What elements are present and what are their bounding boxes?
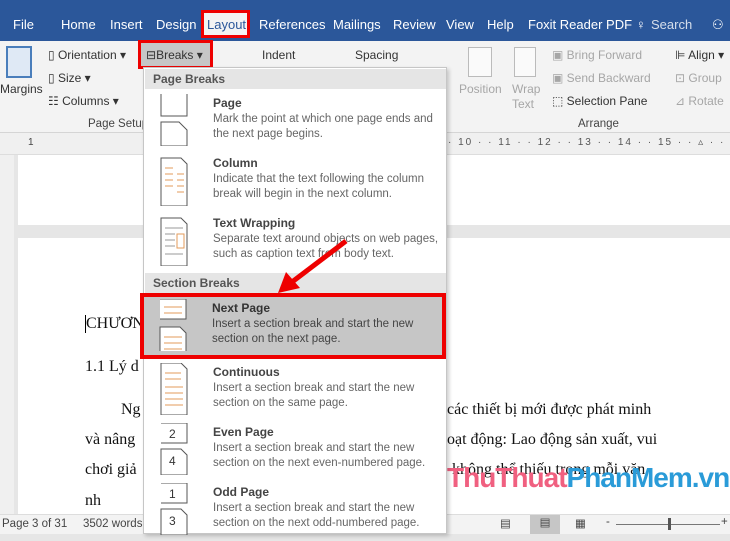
doc-text: chơi giả — [85, 461, 137, 478]
send-backward-button[interactable]: ▣ Send Backward — [552, 71, 651, 85]
next-page-icon — [159, 299, 187, 351]
tab-layout[interactable]: Layout — [207, 17, 246, 32]
tab-references[interactable]: References — [259, 17, 325, 32]
columns-button[interactable]: ☷ Columns ▾ — [48, 94, 119, 108]
group-button[interactable]: ⊡ Group — [675, 71, 722, 85]
svg-text:4: 4 — [169, 454, 176, 468]
tell-me-search[interactable]: Search — [651, 17, 692, 32]
menu-item-odd-page[interactable]: 13 Odd Page Insert a section break and st… — [145, 481, 446, 541]
odd-page-icon: 13 — [160, 483, 188, 535]
size-label: Size — [57, 71, 82, 85]
doc-text: nh — [85, 492, 101, 509]
svg-text:2: 2 — [169, 427, 176, 441]
column-break-icon — [160, 157, 188, 206]
chapter-heading: CHƯƠN — [85, 315, 144, 333]
doc-text: các thiết bị mới được phát minh — [447, 401, 652, 418]
wrap-text-icon — [514, 47, 536, 77]
breaks-label: ⊟Breaks ▾ — [146, 48, 203, 62]
doc-text: và nâng — [85, 431, 136, 448]
menu-item-text-wrapping[interactable]: Text Wrapping Separate text around object… — [145, 212, 446, 272]
bring-forward-button[interactable]: ▣ Bring Forward — [552, 48, 642, 62]
page-break-icon — [160, 94, 188, 146]
section-heading: 1.1 Lý d — [85, 358, 139, 375]
tab-mailings[interactable]: Mailings — [333, 17, 381, 32]
orientation-button[interactable]: ▯ Orientation ▾ — [48, 48, 126, 62]
size-button[interactable]: ▯ Size ▾ — [48, 71, 91, 85]
indent-label: Indent — [262, 48, 296, 62]
position-icon — [468, 47, 492, 77]
menu-item-continuous[interactable]: Continuous Insert a section break and sta… — [145, 361, 446, 421]
breaks-dropdown-menu: Page Breaks Page Mark the point at which … — [140, 67, 447, 535]
doc-text: oạt động: Lao động sản xuất, vui — [447, 431, 658, 448]
print-layout-icon[interactable]: ▤ — [530, 515, 560, 534]
web-layout-icon[interactable]: ▦ — [575, 516, 586, 530]
menu-item-column[interactable]: Column Indicate that the text following t… — [145, 152, 446, 212]
svg-text:3: 3 — [169, 514, 176, 528]
tab-design[interactable]: Design — [156, 17, 196, 32]
wrap-text-button-2[interactable]: Text — [512, 97, 534, 111]
page-breaks-header: Page Breaks — [145, 69, 446, 89]
ruler-tick: 1 — [28, 137, 34, 148]
rotate-button[interactable]: ⊿ Rotate — [675, 94, 724, 108]
continuous-icon — [160, 363, 188, 415]
zoom-in-button[interactable]: + — [721, 516, 728, 528]
arrange-group-label: Arrange — [578, 118, 619, 130]
wrap-text-button[interactable]: Wrap — [512, 82, 540, 96]
section-breaks-header: Section Breaks — [145, 273, 446, 293]
align-button[interactable]: ⊫ Align ▾ — [675, 48, 724, 62]
page-setup-group-label: Page Setup — [88, 118, 149, 130]
vertical-ruler[interactable] — [0, 155, 14, 515]
tab-file[interactable]: File — [13, 17, 34, 32]
lightbulb-icon: ♀ — [636, 17, 646, 32]
word-count[interactable]: 3502 words — [83, 518, 142, 530]
doc-text: Ng — [121, 401, 141, 418]
zoom-out-button[interactable]: - — [606, 516, 610, 528]
read-mode-icon[interactable]: ▤ — [500, 516, 511, 530]
text-wrapping-icon — [160, 217, 188, 266]
even-page-icon: 24 — [160, 423, 188, 475]
columns-label: Columns — [62, 94, 110, 108]
menu-item-page[interactable]: Page Mark the point at which one page end… — [145, 92, 446, 152]
share-user-icon[interactable]: ⚇ — [712, 17, 724, 33]
zoom-slider-thumb[interactable] — [668, 518, 671, 530]
tab-insert[interactable]: Insert — [110, 17, 143, 32]
ruler-ticks-right: · 10 · · 11 · · 12 · · 13 · · 14 · · 15 … — [448, 137, 730, 148]
orientation-label: Orientation — [57, 48, 117, 62]
position-button[interactable]: Position — [459, 82, 502, 96]
tab-foxit[interactable]: Foxit Reader PDF — [528, 17, 632, 32]
menu-item-next-page[interactable]: Next Page Insert a section break and star… — [140, 293, 446, 359]
tab-review[interactable]: Review — [393, 17, 436, 32]
spacing-label: Spacing — [355, 48, 399, 62]
page-count[interactable]: Page 3 of 31 — [2, 518, 67, 530]
selection-pane-button[interactable]: ⬚ Selection Pane — [552, 94, 647, 108]
margins-button[interactable]: Margins — [0, 82, 43, 96]
tab-help[interactable]: Help — [487, 17, 514, 32]
menu-item-even-page[interactable]: 24 Even Page Insert a section break and s… — [145, 421, 446, 481]
margins-icon — [6, 46, 32, 78]
watermark: ThuThuatPhanMem.vn — [447, 462, 730, 493]
tab-home[interactable]: Home — [61, 17, 96, 32]
tab-view[interactable]: View — [446, 17, 474, 32]
svg-text:1: 1 — [169, 487, 176, 501]
